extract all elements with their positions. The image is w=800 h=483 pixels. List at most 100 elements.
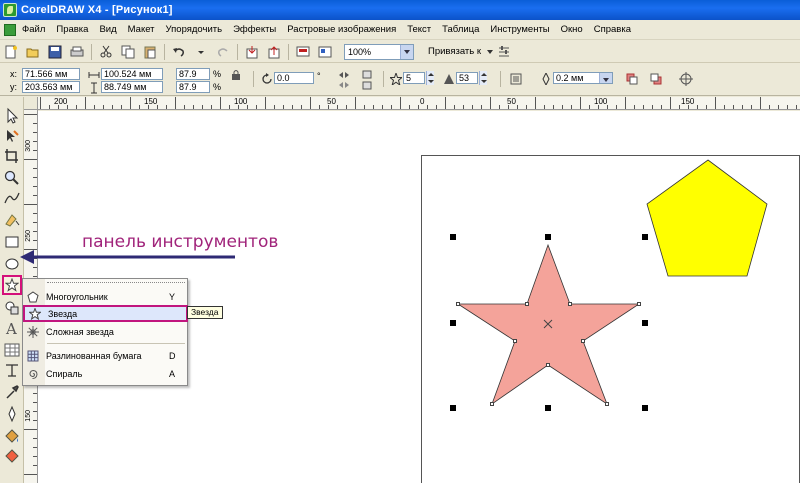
star-node[interactable] bbox=[637, 302, 641, 306]
horizontal-ruler[interactable]: 200 150 100 50 0 50 100 150 bbox=[38, 97, 800, 110]
ruler-tick bbox=[598, 105, 599, 109]
fill-tool-icon[interactable] bbox=[3, 427, 21, 445]
cut-icon[interactable] bbox=[99, 45, 113, 59]
menu-effects[interactable]: Эффекты bbox=[233, 24, 276, 35]
scale-x-field[interactable]: 87.9 bbox=[176, 68, 210, 80]
chevron-down-icon[interactable] bbox=[400, 44, 413, 59]
selection-handle[interactable] bbox=[450, 405, 456, 411]
menu-arrange[interactable]: Упорядочить bbox=[166, 24, 223, 35]
menu-window[interactable]: Окно bbox=[561, 24, 583, 35]
menu-edit[interactable]: Правка bbox=[56, 24, 88, 35]
menu-tools[interactable]: Инструменты bbox=[490, 24, 549, 35]
pick-tool-icon[interactable] bbox=[3, 107, 21, 125]
rotation-field[interactable]: 0.0 bbox=[274, 72, 314, 84]
selection-handle[interactable] bbox=[450, 234, 456, 240]
ruler-tick bbox=[33, 465, 37, 466]
crop-tool-icon[interactable] bbox=[3, 147, 21, 165]
flyout-item-polygon[interactable]: Многоугольник Y bbox=[23, 288, 189, 305]
convert-to-curves-icon[interactable] bbox=[678, 71, 694, 87]
menu-layout[interactable]: Макет bbox=[128, 24, 155, 35]
table-tool-icon[interactable] bbox=[3, 341, 21, 359]
eyedropper-tool-icon[interactable] bbox=[3, 383, 21, 401]
undo-icon[interactable] bbox=[172, 45, 186, 59]
star-node[interactable] bbox=[525, 302, 529, 306]
star-sharpness-spinner[interactable] bbox=[479, 71, 487, 85]
export-icon[interactable] bbox=[267, 45, 281, 59]
zoom-tool-icon[interactable] bbox=[3, 169, 21, 187]
x-position-field[interactable]: 71.566 мм bbox=[22, 68, 80, 80]
star-points-spinner[interactable] bbox=[426, 71, 434, 85]
scale-y-field[interactable]: 87.9 bbox=[176, 81, 210, 93]
to-front-icon[interactable] bbox=[626, 73, 638, 85]
document-icon[interactable] bbox=[4, 23, 16, 36]
y-position-field[interactable]: 203.563 мм bbox=[22, 81, 80, 93]
save-icon[interactable] bbox=[48, 45, 62, 59]
selection-handle[interactable] bbox=[642, 234, 648, 240]
lock-ratio-icon[interactable] bbox=[230, 69, 242, 81]
new-document-icon[interactable] bbox=[4, 45, 18, 59]
star-node[interactable] bbox=[490, 402, 494, 406]
selection-handle[interactable] bbox=[642, 405, 648, 411]
flyout-item-star[interactable]: Звезда bbox=[23, 305, 188, 322]
freehand-tool-icon[interactable] bbox=[3, 189, 21, 207]
star-node[interactable] bbox=[605, 402, 609, 406]
print-icon[interactable] bbox=[70, 45, 84, 59]
basic-shapes-tool-icon[interactable] bbox=[3, 299, 21, 317]
smart-fill-tool-icon[interactable] bbox=[3, 211, 21, 229]
star-sharpness-field[interactable]: 53 bbox=[456, 72, 478, 84]
snap-dropdown-icon[interactable] bbox=[487, 49, 494, 54]
width-field[interactable]: 100.524 мм bbox=[101, 68, 163, 80]
rectangle-tool-icon[interactable] bbox=[3, 233, 21, 251]
open-folder-icon[interactable] bbox=[26, 45, 40, 59]
mirror-horizontal-icon[interactable] bbox=[337, 69, 351, 91]
zoom-level-select[interactable]: 100% bbox=[344, 43, 414, 60]
mirror-vertical-icon[interactable] bbox=[360, 69, 374, 91]
selection-handle[interactable] bbox=[450, 320, 456, 326]
menu-text[interactable]: Текст bbox=[407, 24, 431, 35]
selection-handle[interactable] bbox=[545, 405, 551, 411]
star-node[interactable] bbox=[546, 363, 550, 367]
wrap-text-icon[interactable] bbox=[510, 73, 522, 85]
snap-to-button[interactable]: Привязать к bbox=[428, 46, 481, 57]
menu-help[interactable]: Справка bbox=[594, 24, 631, 35]
coreldraw-app-icon bbox=[3, 3, 17, 17]
star-node[interactable] bbox=[581, 339, 585, 343]
flyout-item-graph-paper[interactable]: Разлинованная бумага D bbox=[23, 347, 189, 364]
flyout-item-spiral[interactable]: Спираль A bbox=[23, 365, 189, 382]
flyout-item-complex-star[interactable]: Сложная звезда bbox=[23, 323, 189, 340]
redo-icon[interactable] bbox=[216, 45, 230, 59]
ruler-origin[interactable] bbox=[24, 97, 38, 110]
outline-tool-icon[interactable] bbox=[3, 405, 21, 423]
copy-icon[interactable] bbox=[121, 45, 135, 59]
ruler-tick bbox=[769, 105, 770, 109]
star-points-field[interactable]: 5 bbox=[403, 72, 425, 84]
menu-file[interactable]: Файл bbox=[22, 24, 45, 35]
text-tool-icon[interactable]: A bbox=[3, 319, 21, 337]
polygon-tool-button[interactable] bbox=[2, 275, 22, 295]
menu-bitmaps[interactable]: Растровые изображения bbox=[287, 24, 396, 35]
shape-tool-icon[interactable] bbox=[3, 127, 21, 145]
star-node[interactable] bbox=[456, 302, 460, 306]
star-node[interactable] bbox=[513, 339, 517, 343]
options-icon[interactable] bbox=[497, 45, 511, 59]
undo-dropdown-icon[interactable] bbox=[194, 45, 208, 59]
selection-handle[interactable] bbox=[642, 320, 648, 326]
ellipse-tool-icon[interactable] bbox=[3, 255, 21, 273]
to-back-icon[interactable] bbox=[650, 73, 662, 85]
interactive-fill-tool-icon[interactable] bbox=[3, 447, 21, 465]
height-field[interactable]: 88.749 мм bbox=[101, 81, 163, 93]
import-icon[interactable] bbox=[245, 45, 259, 59]
welcome-screen-icon[interactable] bbox=[318, 45, 332, 59]
dimension-tool-icon[interactable] bbox=[3, 361, 21, 379]
flyout-grip[interactable] bbox=[47, 282, 185, 284]
menu-view[interactable]: Вид bbox=[99, 24, 116, 35]
outline-width-select[interactable]: 0.2 мм bbox=[553, 72, 613, 84]
application-launcher-icon[interactable] bbox=[296, 45, 310, 59]
paste-icon[interactable] bbox=[143, 45, 157, 59]
star-node[interactable] bbox=[568, 302, 572, 306]
ruler-tick bbox=[220, 97, 221, 109]
ruler-tick bbox=[562, 105, 563, 109]
menu-table[interactable]: Таблица bbox=[442, 24, 479, 35]
selection-handle[interactable] bbox=[545, 234, 551, 240]
chevron-down-icon[interactable] bbox=[599, 73, 612, 83]
